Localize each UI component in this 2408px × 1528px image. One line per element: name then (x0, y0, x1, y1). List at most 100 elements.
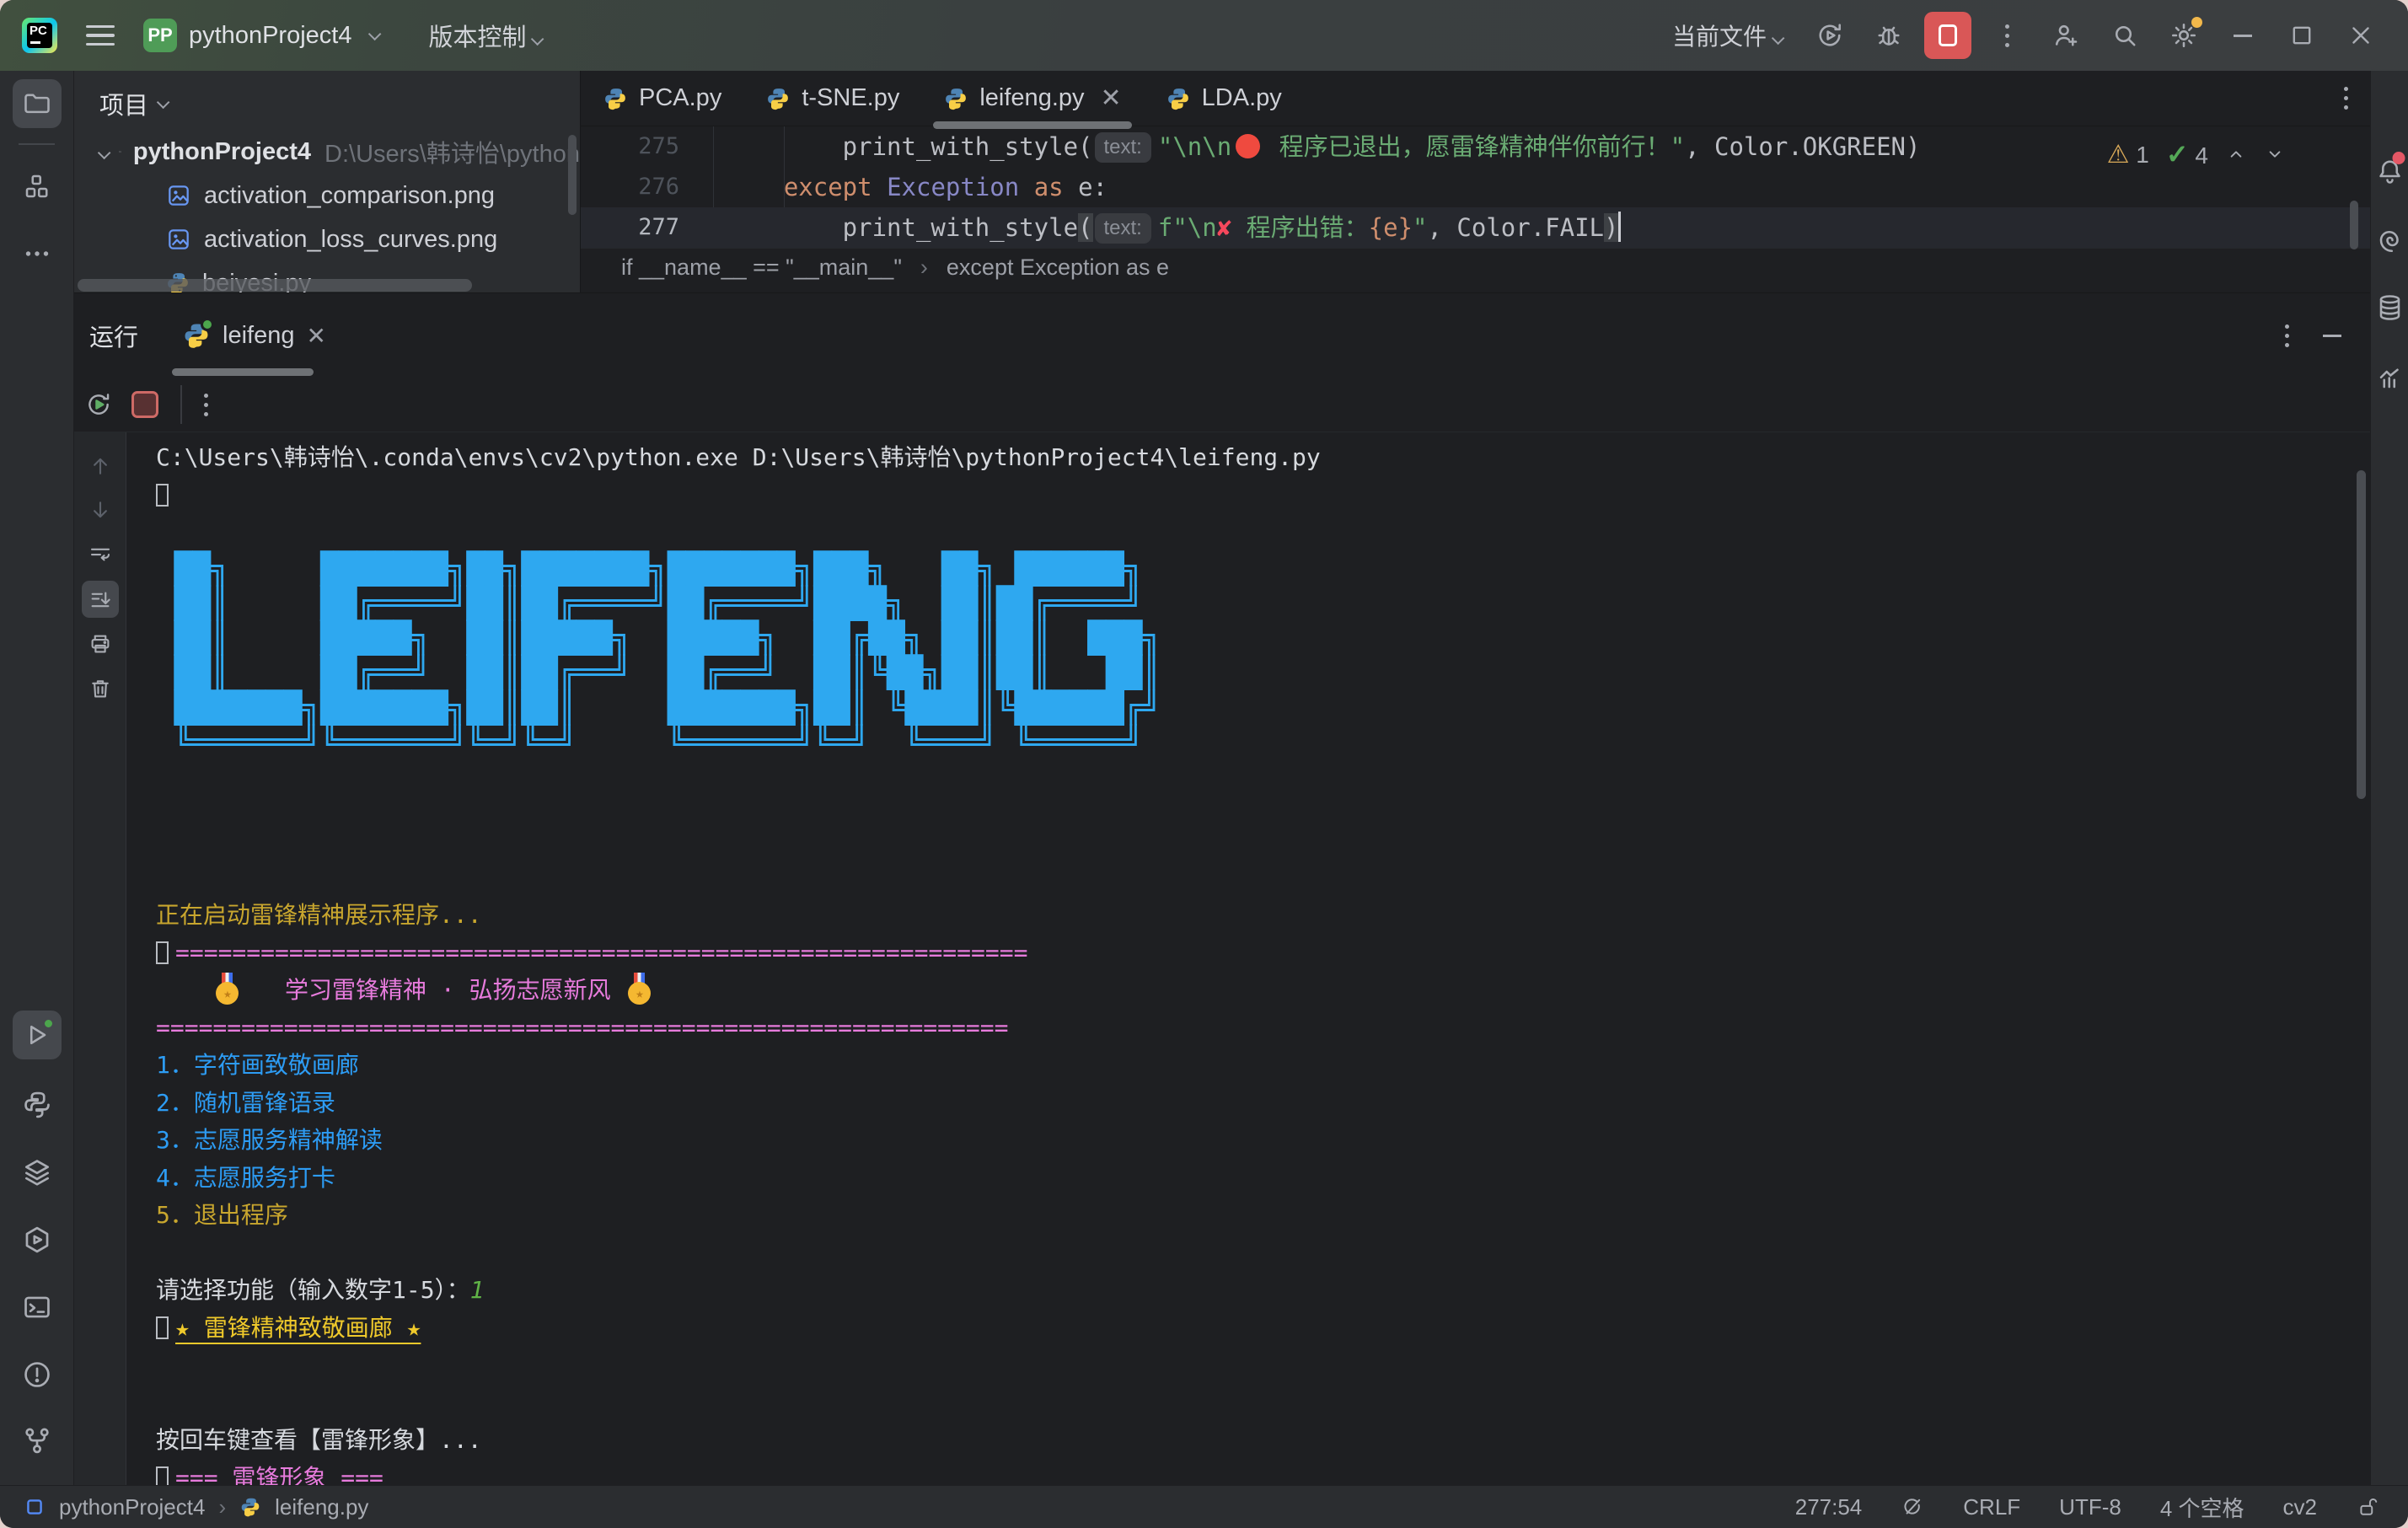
minimize-button[interactable] (2219, 12, 2266, 59)
file-name: activation_loss_curves.png (204, 226, 497, 254)
problems-tool-button[interactable] (13, 1350, 62, 1399)
stop-button[interactable] (131, 391, 158, 418)
highlighting-off-icon[interactable] (1901, 1495, 1924, 1519)
chart-icon (2374, 362, 2405, 392)
scroll-to-end-button[interactable] (82, 581, 119, 618)
print-button[interactable] (82, 625, 119, 662)
run-panel-title[interactable]: 运行 (89, 318, 138, 353)
more-button[interactable] (204, 394, 208, 416)
debug-button[interactable] (1865, 12, 1912, 59)
tab-leifeng-active[interactable]: leifeng.py ✕ (921, 71, 1143, 126)
minimize-icon (2234, 35, 2252, 37)
check-icon: ✓ (2166, 139, 2189, 169)
chevron-expanded-icon[interactable] (93, 138, 107, 166)
project-panel-header[interactable]: 项目 (74, 71, 580, 130)
breadcrumb-separator: › (218, 1494, 226, 1520)
menu-item: 2．随机雷锋语录 (156, 1085, 2370, 1123)
file-name: activation_comparison.png (204, 182, 495, 210)
ai-assistant-button[interactable] (2371, 216, 2408, 265)
tab-options-button[interactable] (2344, 87, 2348, 110)
run-tool-button[interactable] (13, 1011, 62, 1059)
status-file[interactable]: leifeng.py (275, 1494, 368, 1520)
next-occurrence-button[interactable] (82, 491, 119, 528)
tree-row-root[interactable]: pythonProject4 D:\Users\韩诗怡\python (74, 130, 580, 174)
close-button[interactable] (2337, 12, 2384, 59)
project-square-icon (24, 1496, 46, 1518)
prev-occurrence-button[interactable] (82, 448, 119, 485)
code-with-me-button[interactable] (2042, 12, 2089, 59)
console-section-line: === 雷锋形象 === (156, 1460, 2370, 1485)
medal-icon (216, 973, 239, 1005)
left-tool-stripe (0, 71, 74, 1485)
status-project[interactable]: pythonProject4 (59, 1494, 205, 1520)
indent-setting[interactable]: 4 个空格 (2160, 1492, 2244, 1523)
breadcrumb: if __name__ == "__main__" › except Excep… (581, 248, 2370, 287)
active-tab-indicator (172, 368, 314, 376)
rerun-button[interactable] (84, 390, 113, 419)
structure-tool-button[interactable] (13, 162, 62, 211)
tree-row-file[interactable]: activation_comparison.png (74, 174, 580, 217)
close-tab-icon[interactable]: ✕ (1101, 83, 1122, 113)
database-icon (2374, 292, 2405, 323)
console-scrollbar[interactable] (2357, 470, 2366, 799)
services-tool-button[interactable] (13, 1215, 62, 1264)
more-actions-button[interactable] (1983, 12, 2030, 59)
breadcrumb-item[interactable]: except Exception as e (947, 255, 1169, 281)
chevron-up-icon[interactable] (2225, 143, 2247, 165)
console-output[interactable]: C:\Users\韩诗怡\.conda\envs\cv2\python.exe … (126, 432, 2370, 1485)
up-arrow-icon (88, 453, 113, 479)
unrenderable-char-box (156, 484, 169, 507)
plots-button[interactable] (2371, 352, 2408, 401)
vertical-scrollbar[interactable] (568, 135, 577, 215)
search-everywhere-button[interactable] (2101, 12, 2148, 59)
main-menu-icon[interactable] (86, 25, 115, 46)
clear-console-button[interactable] (82, 670, 119, 707)
run-options-button[interactable] (2285, 324, 2289, 347)
editor-scrollbar[interactable] (2350, 201, 2358, 249)
python-console-tool-button[interactable] (13, 1080, 62, 1129)
line-separator[interactable]: CRLF (1963, 1494, 2020, 1520)
tab-lda[interactable]: LDA.py (1144, 71, 1304, 126)
file-encoding[interactable]: UTF-8 (2059, 1494, 2121, 1520)
more-tool-windows-button[interactable] (13, 229, 62, 278)
version-control-tool-button[interactable] (13, 1416, 62, 1465)
soft-wrap-button[interactable] (82, 536, 119, 573)
python-file-icon (239, 1496, 261, 1518)
notification-badge (2393, 152, 2405, 164)
code-area[interactable]: 275 print_with_style(text:"\n\n 程序已退出，愿雷… (581, 126, 2370, 248)
hide-panel-button[interactable] (2323, 335, 2341, 337)
project-tool-button[interactable] (13, 79, 62, 128)
python-file-icon (765, 86, 791, 111)
chevron-down-icon[interactable] (2264, 143, 2286, 165)
unlock-icon[interactable] (2356, 1495, 2379, 1519)
code-line-current: 277 print_with_style(text:f"\n✘ 程序出错：{e}… (581, 207, 2370, 248)
divider-text: ========================================… (156, 1014, 1008, 1042)
ascii-art: ██╗ ███████╗██╗███████╗███████╗███╗ ██╗ … (156, 552, 2370, 761)
database-button[interactable] (2371, 283, 2408, 332)
tab-tsne[interactable]: t-SNE.py (743, 71, 921, 126)
python-packages-tool-button[interactable] (13, 1148, 62, 1197)
rerun-button[interactable] (1806, 12, 1853, 59)
stop-button[interactable] (1924, 12, 1971, 59)
terminal-tool-button[interactable] (13, 1283, 62, 1332)
run-tab-leifeng[interactable]: leifeng ✕ (182, 293, 326, 378)
ellipsis-icon (22, 239, 52, 269)
settings-button[interactable] (2160, 12, 2207, 59)
tree-row-file[interactable]: activation_loss_curves.png (74, 217, 580, 261)
notifications-button[interactable] (2371, 147, 2408, 196)
vcs-widget[interactable]: 版本控制 (428, 18, 540, 53)
console-command-line: C:\Users\韩诗怡\.conda\envs\cv2\python.exe … (156, 439, 2370, 477)
tab-pca[interactable]: PCA.py (581, 71, 743, 126)
run-configuration-selector[interactable]: 当前文件 (1672, 19, 1781, 52)
close-tab-icon[interactable]: ✕ (306, 322, 325, 350)
project-selector[interactable]: PP pythonProject4 (143, 19, 378, 52)
horizontal-scrollbar[interactable] (78, 279, 472, 292)
inspection-widget[interactable]: ⚠ 1 ✓ 4 (2107, 138, 2286, 170)
maximize-button[interactable] (2278, 12, 2325, 59)
caret-position[interactable]: 277:54 (1795, 1494, 1863, 1520)
passed-count: 4 (2195, 142, 2208, 169)
interpreter[interactable]: cv2 (2283, 1494, 2317, 1520)
image-file-icon (165, 226, 192, 253)
console-press-enter-line: 按回车键查看【雷锋形象】... (156, 1422, 2370, 1460)
breadcrumb-item[interactable]: if __name__ == "__main__" (621, 255, 902, 281)
